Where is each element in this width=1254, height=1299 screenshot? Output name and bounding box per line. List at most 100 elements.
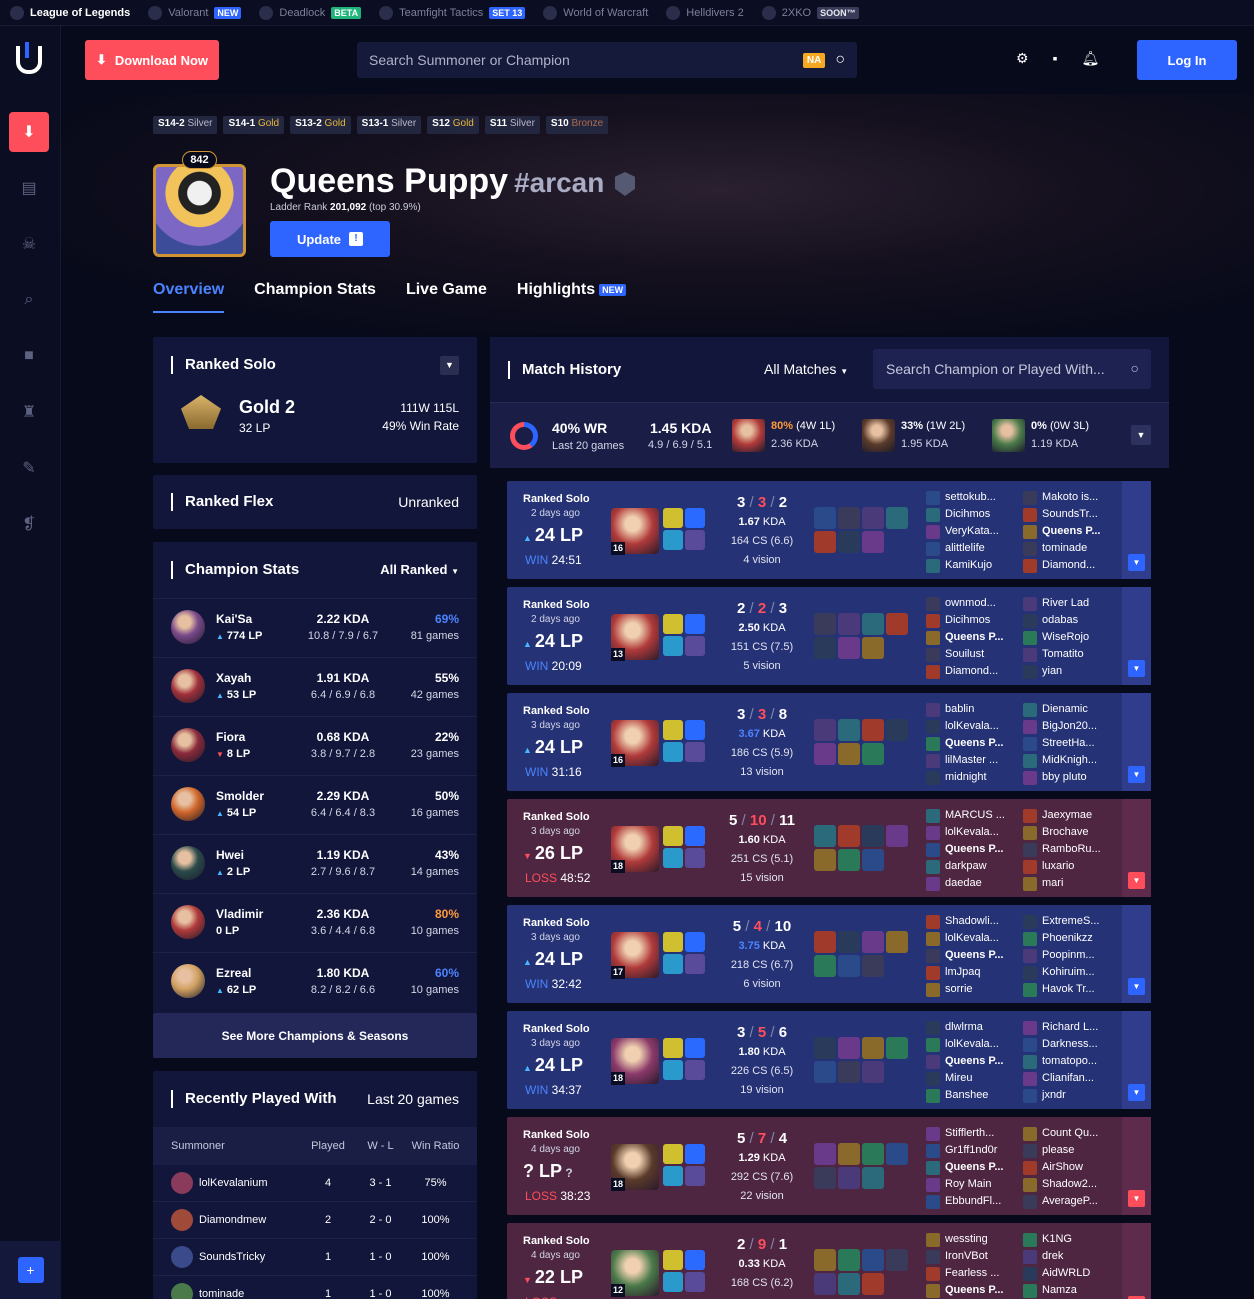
team-player[interactable]: darkpaw (926, 858, 1005, 875)
team-player[interactable]: mari (1023, 875, 1101, 892)
team-player[interactable]: ownmod... (926, 595, 1004, 612)
match-card[interactable]: Ranked Solo 2 days ago ▲ 24 LP WIN 20:09 13 2 … (507, 587, 1151, 685)
match-search-input[interactable]: Search Champion or Played With... ○ (873, 349, 1151, 389)
team-player[interactable]: RamboRu... (1023, 841, 1101, 858)
tab-overview[interactable]: Overview (153, 281, 225, 313)
brush-icon[interactable]: ✎ (9, 448, 49, 488)
team-player[interactable]: Poopinm... (1023, 947, 1099, 964)
team-player[interactable]: Queens P... (926, 947, 1004, 964)
trophy-icon[interactable]: ♜ (9, 392, 49, 432)
team-player[interactable]: Diamond... (1023, 557, 1101, 574)
team-player[interactable]: Brochave (1023, 824, 1101, 841)
team-player[interactable]: AverageP... (1023, 1193, 1098, 1210)
team-player[interactable]: Tomatito (1023, 646, 1089, 663)
tab-highlights[interactable]: Highlights NEW (517, 281, 627, 313)
chevron-down-icon[interactable]: ▼ (1128, 660, 1145, 677)
champion-stat-row[interactable]: Ezreal ▲ 62 LP 1.80 KDA 8.2 / 8.2 / 6.6 60% 10… (153, 952, 477, 1011)
chevron-down-icon[interactable]: ▼ (1128, 1190, 1145, 1207)
team-player[interactable]: EbbundFl... (926, 1193, 1004, 1210)
search-icon[interactable]: ○ (835, 51, 845, 69)
table-row[interactable]: lolKevalanium 4 3 - 1 75% (153, 1165, 477, 1202)
team-player[interactable]: lolKevala... (926, 824, 1005, 841)
match-card[interactable]: Ranked Solo 4 days ago ? LP ? LOSS 38:23 18 5… (507, 1117, 1151, 1215)
team-player[interactable]: Kohiruim... (1023, 964, 1099, 981)
game-tab[interactable]: Deadlock BETA (259, 5, 362, 20)
team-player[interactable]: StreetHa... (1023, 735, 1097, 752)
team-player[interactable]: dlwlrma (926, 1019, 1004, 1036)
table-row[interactable]: SoundsTricky 1 1 - 0 100% (153, 1239, 477, 1276)
team-player[interactable]: bablin (926, 701, 1004, 718)
team-player[interactable]: Count Qu... (1023, 1125, 1098, 1142)
team-player[interactable]: daedae (926, 875, 1005, 892)
team-player[interactable]: yian (1023, 663, 1089, 680)
team-player[interactable]: Richard L... (1023, 1019, 1098, 1036)
game-tab[interactable]: Valorant NEW (148, 5, 242, 20)
table-row[interactable]: tominade 1 1 - 0 100% (153, 1276, 477, 1299)
site-logo[interactable] (16, 42, 42, 74)
chevron-down-icon[interactable]: ▼ (1128, 554, 1145, 571)
feedback-icon[interactable]: ❡ (9, 504, 49, 544)
team-player[interactable]: tomatopo... (1023, 1053, 1098, 1070)
team-player[interactable]: Havok Tr... (1023, 981, 1099, 998)
team-player[interactable]: midnight (926, 769, 1004, 786)
team-player[interactable]: sorrie (926, 981, 1004, 998)
chevron-down-icon[interactable]: ▼ (1131, 425, 1151, 445)
see-more-champions-button[interactable]: See More Champions & Seasons (153, 1013, 477, 1058)
team-player[interactable]: Diamond... (926, 663, 1004, 680)
team-player[interactable]: SoundsTr... (1023, 506, 1101, 523)
team-player[interactable]: Mireu (926, 1070, 1004, 1087)
team-player[interactable]: River Lad (1023, 595, 1089, 612)
team-player[interactable]: Jaexymae (1023, 807, 1101, 824)
tab-live-game[interactable]: Live Game (406, 281, 487, 313)
table-row[interactable]: Diamondmew 2 2 - 0 100% (153, 1202, 477, 1239)
champion-stats-filter[interactable]: All Ranked ▼ (380, 562, 459, 577)
team-player[interactable]: Dicihmos (926, 506, 999, 523)
team-player[interactable]: Clianifan... (1023, 1070, 1098, 1087)
team-player[interactable]: AidWRLD (1023, 1265, 1090, 1282)
bell-icon[interactable]: 🔔︎ (1082, 50, 1100, 67)
team-player[interactable]: Queens P... (926, 1053, 1004, 1070)
champion-stat-row[interactable]: Kai'Sa ▲ 774 LP 2.22 KDA 10.8 / 7.9 / 6.7 69%… (153, 598, 477, 657)
game-tab[interactable]: League of Legends (10, 5, 130, 20)
team-player[interactable]: WiseRojo (1023, 629, 1089, 646)
team-player[interactable]: Dienamic (1023, 701, 1097, 718)
team-player[interactable]: VeryKata... (926, 523, 999, 540)
team-player[interactable]: Darkness... (1023, 1036, 1098, 1053)
team-player[interactable]: Queens P... (926, 1159, 1004, 1176)
chevron-down-icon[interactable]: ▼ (1128, 766, 1145, 783)
team-player[interactable]: Queens P... (926, 841, 1005, 858)
team-player[interactable]: jxndr (1023, 1087, 1098, 1104)
team-player[interactable]: Shadowli... (926, 913, 1004, 930)
team-player[interactable]: Shadow2... (1023, 1176, 1098, 1193)
update-button[interactable]: Update! (270, 221, 390, 257)
download-button[interactable]: ⬇ Download Now (85, 40, 219, 80)
region-select[interactable]: NA (802, 52, 826, 68)
download-icon[interactable]: ⬇ (9, 112, 49, 152)
team-player[interactable]: tominade (1023, 540, 1101, 557)
team-player[interactable]: Souilust (926, 646, 1004, 663)
team-player[interactable]: settokub... (926, 489, 999, 506)
chevron-down-icon[interactable]: ▼ (440, 356, 459, 375)
team-player[interactable]: lolKevala... (926, 718, 1004, 735)
match-card[interactable]: Ranked Solo 3 days ago ▲ 24 LP WIN 32:42 17 5 … (507, 905, 1151, 1003)
champion-stat-row[interactable]: Hwei ▲ 2 LP 1.19 KDA 2.7 / 9.6 / 8.7 43% 14 ga… (153, 834, 477, 893)
team-player[interactable]: lolKevala... (926, 1036, 1004, 1053)
game-tab[interactable]: Teamfight Tactics SET 13 (379, 5, 526, 20)
team-player[interactable]: luxario (1023, 858, 1101, 875)
team-player[interactable]: K1NG (1023, 1231, 1090, 1248)
chevron-down-icon[interactable]: ▼ (1128, 1084, 1145, 1101)
team-player[interactable]: drek (1023, 1248, 1090, 1265)
team-player[interactable]: Queens P... (926, 629, 1004, 646)
team-player[interactable]: lolKevala... (926, 930, 1004, 947)
champion-stat-row[interactable]: Vladimir 0 LP 2.36 KDA 3.6 / 4.4 / 6.8 80% 10… (153, 893, 477, 952)
team-player[interactable]: odabas (1023, 612, 1089, 629)
chevron-down-icon[interactable]: ▼ (1128, 872, 1145, 889)
team-player[interactable]: Phoenikzz (1023, 930, 1099, 947)
team-player[interactable]: Queens P... (926, 1282, 1004, 1299)
team-player[interactable]: Dicihmos (926, 612, 1004, 629)
team-player[interactable]: wessting (926, 1231, 1004, 1248)
team-player[interactable]: MARCUS ... (926, 807, 1005, 824)
team-player[interactable]: alittlelife (926, 540, 999, 557)
feedback-icon[interactable]: ▪ (1053, 50, 1058, 67)
team-player[interactable]: bby pluto (1023, 769, 1097, 786)
